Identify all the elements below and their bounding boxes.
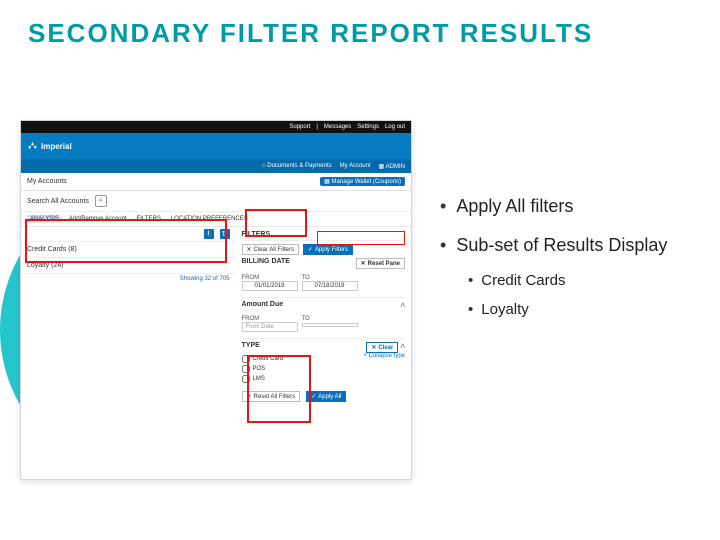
nav-myaccount[interactable]: My Account xyxy=(340,163,371,169)
reset-all-button[interactable]: ✕ Reset All Filters xyxy=(242,391,301,402)
amount-from-input[interactable]: From Date xyxy=(242,322,298,332)
filters-title: FILTERS xyxy=(242,231,406,241)
chevron-up-icon-2[interactable]: ˄ xyxy=(400,342,405,351)
tab-bar: ANALYSIS Add/Remove Account FILTERS LOCA… xyxy=(21,212,411,227)
accounts-column: ⭳ ⇅ Credit Cards (8) Loyalty (24) Showin… xyxy=(21,227,236,406)
page-header: My Accounts ▦ Manage Wallet (Coupons) xyxy=(21,173,411,191)
support-link[interactable]: Support xyxy=(289,124,310,130)
tab-analysis[interactable]: ANALYSIS xyxy=(27,215,62,223)
bullet-apply-filters: Apply All filters xyxy=(440,195,700,218)
result-count: Showing 32 of 705 xyxy=(21,274,236,284)
sort-icon[interactable]: ⇅ xyxy=(220,229,230,239)
apply-all-button[interactable]: ✓ Apply All xyxy=(306,391,346,402)
brand-icon xyxy=(27,141,38,152)
brand-text: Imperial xyxy=(41,142,72,151)
to-date[interactable]: 07/18/2019 xyxy=(302,281,358,291)
collapse-type-link[interactable]: ˅ Collapse type xyxy=(363,353,405,385)
amount-to-input[interactable] xyxy=(302,323,358,327)
settings-link[interactable]: Settings xyxy=(357,124,379,130)
apply-filters-button[interactable]: ✓ Apply Filters xyxy=(303,244,353,255)
search-icon[interactable]: ⌕ xyxy=(95,195,107,207)
bullet-list: Apply All filters Sub-set of Results Dis… xyxy=(440,195,700,330)
manage-wallet-link[interactable]: ▦ Manage Wallet (Coupons) xyxy=(320,177,405,186)
page-title: My Accounts xyxy=(27,178,67,185)
amount-title: Amount Due xyxy=(242,301,284,310)
bullet-subset: Sub-set of Results Display xyxy=(440,234,700,257)
tab-location[interactable]: LOCATION PREFERENCES xyxy=(168,215,251,223)
amount-to-label: TO xyxy=(302,316,358,322)
account-loyalty[interactable]: Loyalty (24) xyxy=(21,258,236,274)
export-icon[interactable]: ⭳ xyxy=(204,229,214,239)
nav-documents[interactable]: ⌂ Documents & Payments xyxy=(262,163,332,169)
main-nav: ⌂ Documents & Payments My Account ▦ ADMI… xyxy=(21,159,411,173)
slide-title: SECONDARY FILTER REPORT RESULTS xyxy=(28,18,593,49)
utility-bar: Support | Messages Settings Log out xyxy=(21,121,411,133)
reset-pane-button[interactable]: ✕ Reset Pane xyxy=(356,258,405,269)
brand-logo: Imperial xyxy=(27,141,72,152)
search-row: Search All Accounts ⌕ xyxy=(21,191,411,212)
brand-bar: Imperial xyxy=(21,133,411,159)
messages-link[interactable]: Messages xyxy=(324,124,351,130)
logout-link[interactable]: Log out xyxy=(385,124,405,130)
chevron-up-icon[interactable]: ˄ xyxy=(400,301,405,310)
bullet-loyalty: Loyalty xyxy=(468,301,700,320)
search-label: Search All Accounts xyxy=(27,198,89,205)
tab-add-remove[interactable]: Add/Remove Account xyxy=(66,215,130,223)
type-title: TYPE xyxy=(242,342,260,353)
type-credit-card[interactable]: Credit Card xyxy=(242,355,284,363)
from-date[interactable]: 01/01/2019 xyxy=(242,281,298,291)
app-screenshot: Support | Messages Settings Log out Impe… xyxy=(20,120,412,480)
bullet-credit-cards: Credit Cards xyxy=(468,272,700,291)
clear-all-button[interactable]: ✕ Clear All Filters xyxy=(242,244,299,255)
account-credit-cards[interactable]: Credit Cards (8) xyxy=(21,242,236,258)
billing-date-title: BILLING DATE xyxy=(242,258,290,269)
type-pos[interactable]: POS xyxy=(242,365,284,373)
nav-admin[interactable]: ▦ ADMIN xyxy=(379,163,405,170)
type-lms[interactable]: LMS xyxy=(242,375,284,383)
filters-panel: FILTERS ✕ Clear All Filters ✓ Apply Filt… xyxy=(236,227,412,406)
clear-type-button[interactable]: ✕ Clear xyxy=(366,342,398,353)
tab-filters[interactable]: FILTERS xyxy=(134,215,164,223)
